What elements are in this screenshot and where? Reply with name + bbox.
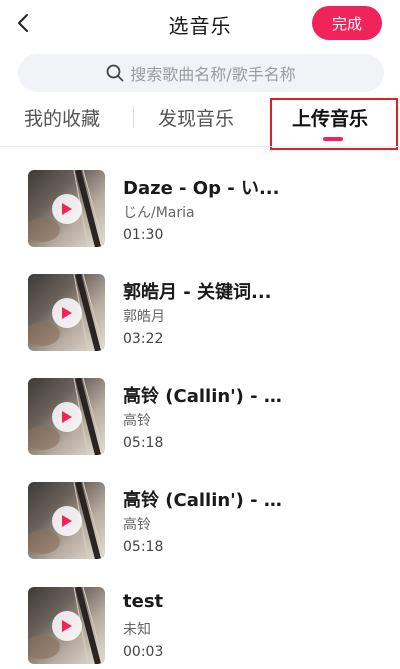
song-item[interactable]: Daze - Op - い... じん/Maria 01:30 bbox=[28, 170, 388, 250]
play-icon bbox=[62, 307, 72, 319]
music-picker-screen: 选音乐 完成 搜索歌曲名称/歌手名称 我的收藏 发现音乐 上传音乐 Daze -… bbox=[0, 0, 400, 669]
song-title: 郭皓月 - 关键词... bbox=[123, 282, 272, 303]
song-item[interactable]: test 未知 00:03 bbox=[28, 587, 388, 667]
play-icon bbox=[62, 620, 72, 632]
song-duration: 00:03 bbox=[123, 644, 164, 660]
play-button[interactable] bbox=[52, 402, 82, 432]
song-item[interactable]: 郭皓月 - 关键词... 郭皓月 03:22 bbox=[28, 274, 388, 354]
play-icon bbox=[62, 515, 72, 527]
song-title: test bbox=[123, 591, 164, 612]
highlight-box bbox=[270, 98, 398, 150]
song-duration: 03:22 bbox=[123, 331, 164, 347]
song-title: 高铃 (Callin') - ... bbox=[123, 490, 283, 511]
song-duration: 05:18 bbox=[123, 539, 164, 555]
song-artist: 未知 bbox=[123, 622, 151, 638]
play-button[interactable] bbox=[52, 194, 82, 224]
tab-my-favorites[interactable]: 我的收藏 bbox=[24, 104, 100, 131]
song-item[interactable]: 高铃 (Callin') - ... 高铃 05:18 bbox=[28, 378, 388, 458]
album-cover bbox=[28, 170, 105, 247]
search-icon bbox=[106, 64, 124, 82]
album-cover bbox=[28, 274, 105, 351]
song-title: Daze - Op - い... bbox=[123, 178, 280, 199]
search-placeholder: 搜索歌曲名称/歌手名称 bbox=[130, 65, 296, 84]
header: 选音乐 完成 bbox=[0, 0, 400, 48]
play-button[interactable] bbox=[52, 506, 82, 536]
play-icon bbox=[62, 411, 72, 423]
tab-discover-music[interactable]: 发现音乐 bbox=[158, 104, 234, 131]
song-artist: じん/Maria bbox=[123, 205, 195, 221]
song-duration: 01:30 bbox=[123, 227, 164, 243]
done-button[interactable]: 完成 bbox=[312, 6, 382, 40]
song-artist: 高铃 bbox=[123, 413, 151, 429]
song-title: 高铃 (Callin') - ... bbox=[123, 386, 283, 407]
play-button[interactable] bbox=[52, 298, 82, 328]
play-icon bbox=[62, 203, 72, 215]
song-item[interactable]: 高铃 (Callin') - ... 高铃 05:18 bbox=[28, 482, 388, 562]
album-cover bbox=[28, 378, 105, 455]
song-duration: 05:18 bbox=[123, 435, 164, 451]
divider bbox=[0, 146, 400, 147]
song-artist: 郭皓月 bbox=[123, 309, 165, 325]
album-cover bbox=[28, 482, 105, 559]
tab-divider bbox=[133, 106, 134, 128]
search-input[interactable]: 搜索歌曲名称/歌手名称 bbox=[18, 54, 384, 92]
album-cover bbox=[28, 587, 105, 664]
song-artist: 高铃 bbox=[123, 517, 151, 533]
play-button[interactable] bbox=[52, 611, 82, 641]
